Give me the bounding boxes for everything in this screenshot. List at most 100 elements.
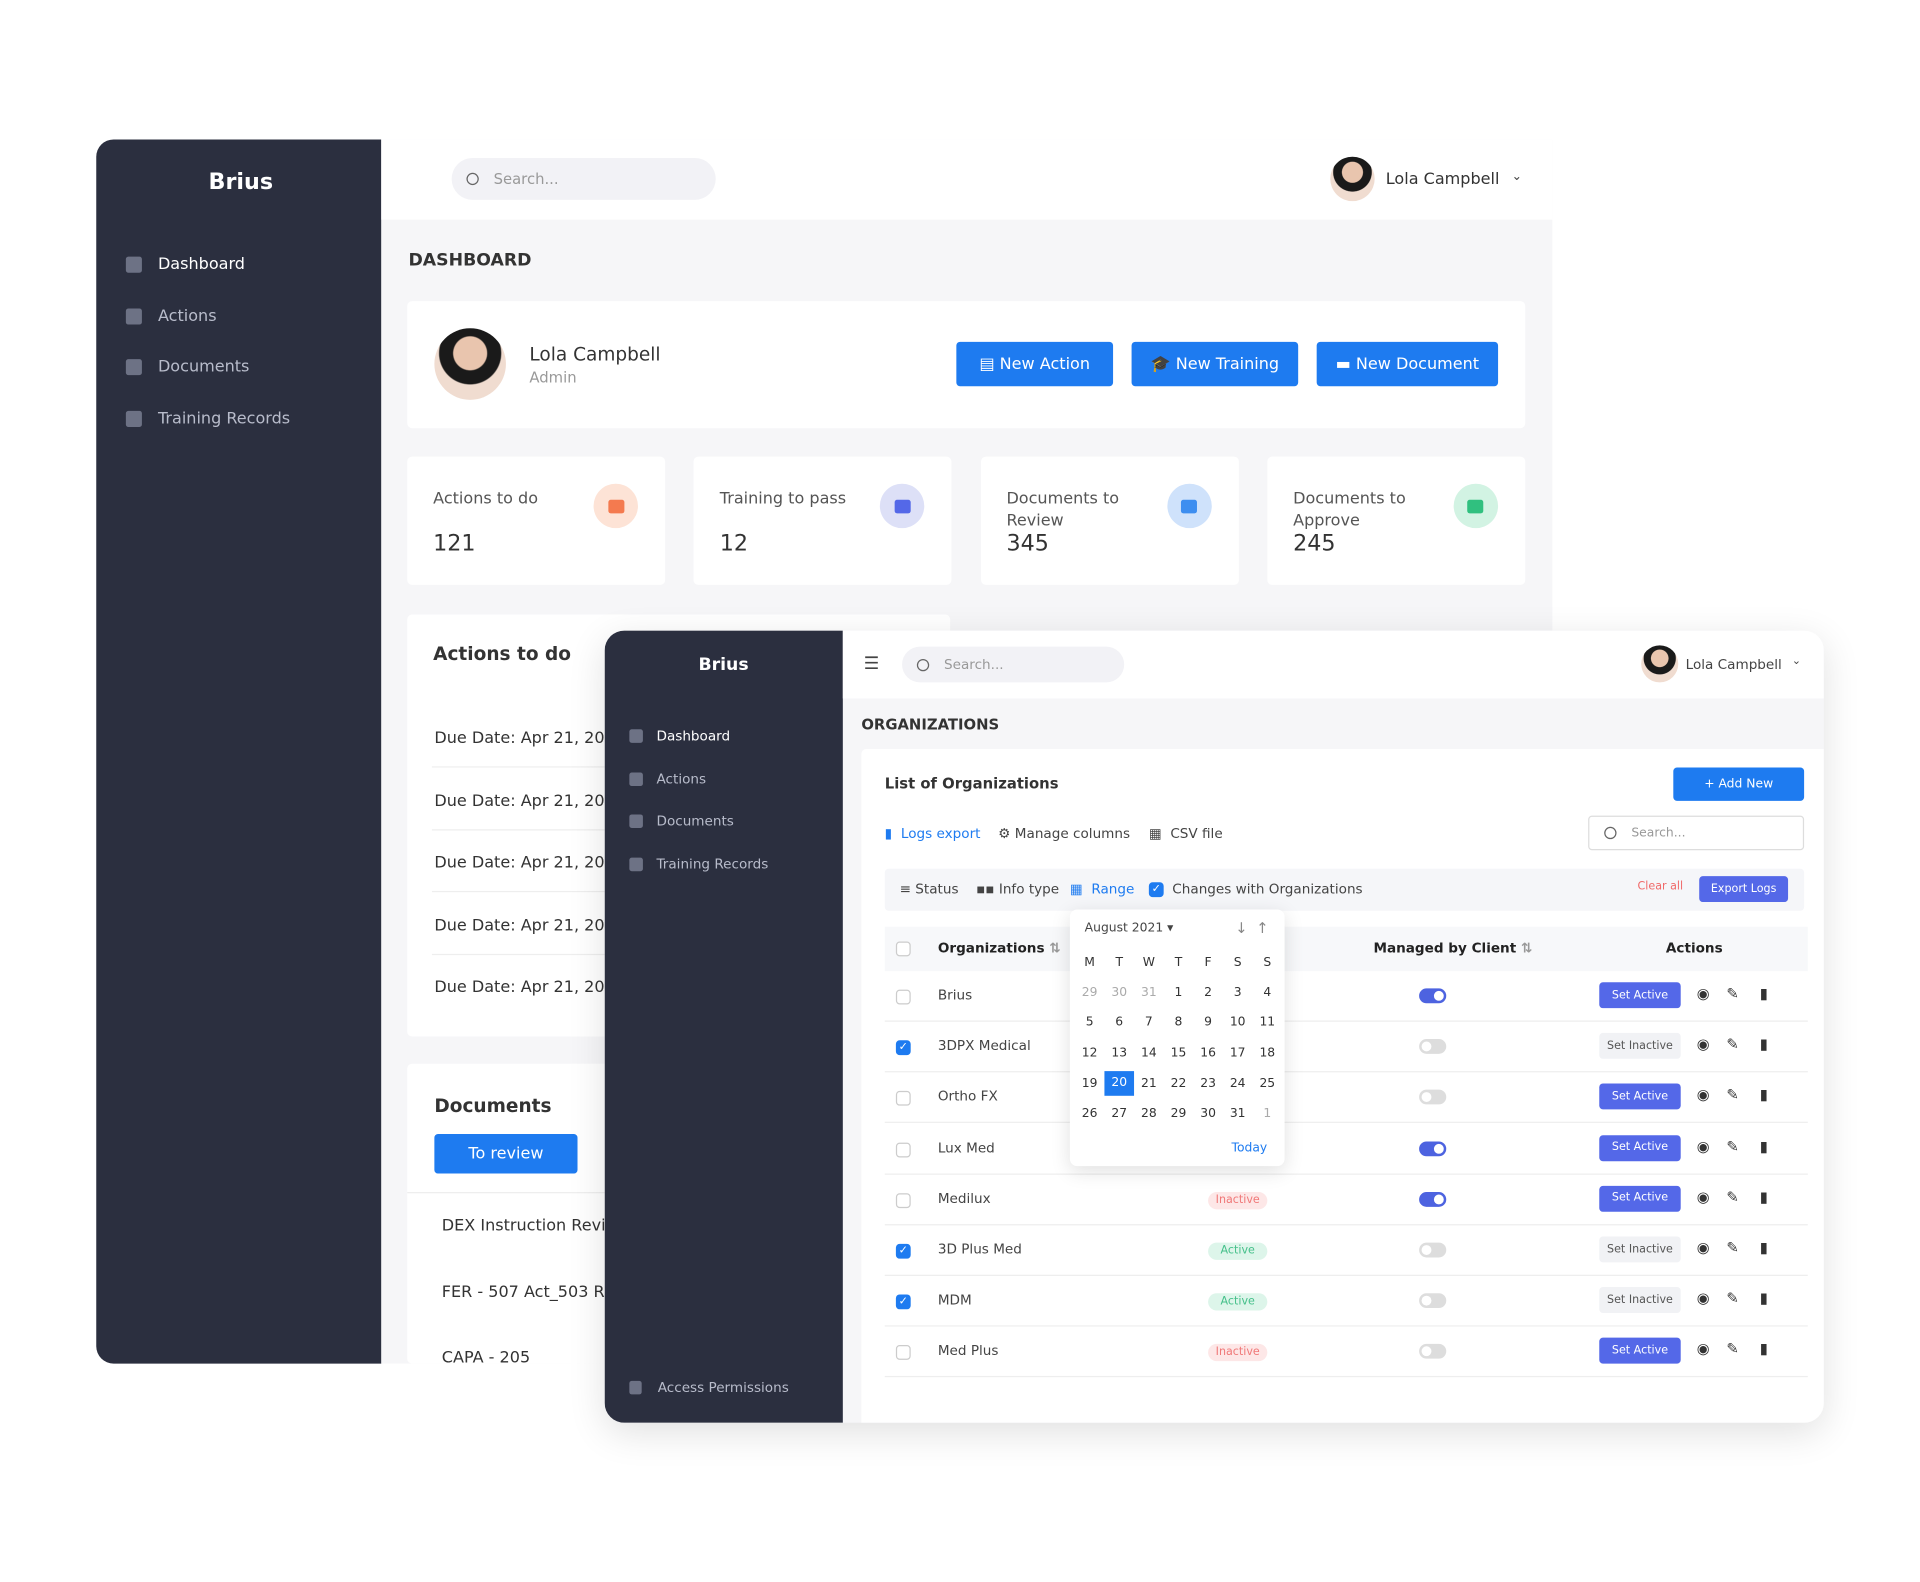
managed-toggle[interactable]: [1419, 1140, 1447, 1156]
stat-card[interactable]: Training to pass 12: [693, 456, 952, 585]
calendar-day[interactable]: 21: [1134, 1077, 1164, 1091]
calendar-day[interactable]: 2: [1193, 986, 1223, 1000]
calendar-day[interactable]: 3: [1223, 986, 1253, 1000]
new-training-button[interactable]: 🎓 New Training: [1131, 341, 1299, 387]
edit-icon[interactable]: ✎: [1726, 1036, 1738, 1053]
new-document-button[interactable]: ▬ New Document: [1316, 341, 1499, 387]
today-button[interactable]: Today: [1232, 1141, 1268, 1155]
set-status-button[interactable]: Set Inactive: [1599, 1033, 1681, 1060]
document-item[interactable]: FER - 507 Act_503 Rev: [442, 1283, 624, 1302]
column-managed-by-client[interactable]: Managed by Client ⇅: [1373, 940, 1532, 956]
set-status-button[interactable]: Set Inactive: [1599, 1236, 1681, 1263]
manage-columns-button[interactable]: ⚙ Manage columns: [998, 826, 1130, 842]
trash-icon[interactable]: ▮: [1760, 1086, 1768, 1103]
action-item[interactable]: Due Date: Apr 21, 2020: [434, 979, 625, 998]
table-search-input[interactable]: Search...: [1588, 815, 1805, 851]
avatar[interactable]: [1641, 645, 1679, 683]
managed-toggle[interactable]: [1419, 988, 1447, 1004]
edit-icon[interactable]: ✎: [1726, 1239, 1738, 1256]
changes-checkbox[interactable]: ✓: [1148, 882, 1164, 898]
chevron-down-icon[interactable]: ⌄: [1792, 655, 1801, 667]
document-item[interactable]: CAPA - 205: [442, 1349, 530, 1368]
trash-icon[interactable]: ▮: [1760, 1290, 1768, 1307]
calendar-day[interactable]: 5: [1075, 1016, 1105, 1030]
eye-icon[interactable]: ◉: [1697, 1036, 1710, 1053]
calendar-day[interactable]: 29: [1164, 1107, 1194, 1121]
managed-toggle[interactable]: [1419, 1242, 1447, 1258]
edit-icon[interactable]: ✎: [1726, 1341, 1738, 1358]
search-input[interactable]: Search...: [451, 157, 716, 200]
sidebar-item-dashboard[interactable]: Dashboard: [629, 728, 730, 744]
eye-icon[interactable]: ◉: [1697, 1137, 1710, 1154]
row-checkbox[interactable]: [895, 989, 911, 1005]
calendar-day[interactable]: 25: [1253, 1077, 1283, 1091]
eye-icon[interactable]: ◉: [1697, 1086, 1710, 1103]
set-status-button[interactable]: Set Active: [1599, 1338, 1681, 1365]
stat-card[interactable]: Actions to do 121: [407, 456, 666, 585]
row-checkbox[interactable]: [895, 1091, 911, 1107]
stat-card[interactable]: Documents to Review 345: [980, 456, 1239, 585]
calendar-day[interactable]: 31: [1223, 1107, 1253, 1121]
edit-icon[interactable]: ✎: [1726, 1086, 1738, 1103]
calendar-day[interactable]: 27: [1104, 1107, 1134, 1121]
managed-toggle[interactable]: [1419, 1191, 1447, 1207]
user-name[interactable]: Lola Campbell: [1686, 656, 1782, 672]
row-checkbox[interactable]: ✓: [895, 1040, 911, 1056]
action-item[interactable]: Due Date: Apr 21, 2020: [434, 729, 625, 748]
calendar-day[interactable]: 7: [1134, 1016, 1164, 1030]
range-filter[interactable]: ▦ Range: [1070, 881, 1134, 897]
sidebar-item-documents[interactable]: Documents: [629, 814, 734, 830]
calendar-day[interactable]: 26: [1075, 1107, 1105, 1121]
trash-icon[interactable]: ▮: [1760, 1188, 1768, 1205]
select-all-checkbox[interactable]: [895, 941, 911, 957]
calendar-day[interactable]: 12: [1075, 1046, 1105, 1060]
row-checkbox[interactable]: [895, 1142, 911, 1157]
row-checkbox[interactable]: ✓: [895, 1294, 911, 1310]
calendar-day[interactable]: 20: [1104, 1071, 1135, 1096]
eye-icon[interactable]: ◉: [1697, 1341, 1710, 1358]
sidebar-item-training-records[interactable]: Training Records: [125, 409, 290, 428]
user-name[interactable]: Lola Campbell: [1386, 170, 1500, 189]
document-item[interactable]: DEX Instruction Revisio: [442, 1217, 628, 1236]
calendar-day[interactable]: 1: [1253, 1107, 1283, 1121]
calendar-day[interactable]: 10: [1223, 1016, 1253, 1030]
sidebar-item-actions[interactable]: Actions: [629, 771, 706, 787]
calendar-day[interactable]: 23: [1193, 1077, 1223, 1091]
calendar-day[interactable]: 18: [1253, 1046, 1283, 1060]
sidebar-item-training-records[interactable]: Training Records: [629, 857, 768, 873]
managed-toggle[interactable]: [1419, 1293, 1447, 1309]
set-status-button[interactable]: Set Active: [1599, 982, 1681, 1009]
managed-toggle[interactable]: [1419, 1344, 1447, 1360]
search-input[interactable]: Search...: [902, 646, 1125, 683]
eye-icon[interactable]: ◉: [1697, 1188, 1710, 1205]
sidebar-item-actions[interactable]: Actions: [125, 307, 217, 325]
new-action-button[interactable]: ▤ New Action: [956, 341, 1114, 387]
calendar-day[interactable]: 24: [1223, 1077, 1253, 1091]
calendar-day[interactable]: 1: [1164, 986, 1194, 1000]
to-review-button[interactable]: To review: [434, 1134, 578, 1174]
csv-file-button[interactable]: ▦ CSV file: [1149, 826, 1223, 842]
calendar-day[interactable]: 14: [1134, 1046, 1164, 1060]
calendar-day[interactable]: 30: [1193, 1107, 1223, 1121]
calendar-day[interactable]: 19: [1075, 1077, 1105, 1091]
stat-card[interactable]: Documents to Approve 245: [1267, 456, 1526, 585]
add-new-button[interactable]: + Add New: [1673, 767, 1805, 801]
trash-icon[interactable]: ▮: [1760, 1036, 1768, 1053]
calendar-day[interactable]: 15: [1164, 1046, 1194, 1060]
calendar-day[interactable]: 4: [1253, 986, 1283, 1000]
row-checkbox[interactable]: [895, 1345, 911, 1361]
managed-toggle[interactable]: [1419, 1039, 1447, 1055]
calendar-day[interactable]: 28: [1134, 1107, 1164, 1121]
status-filter[interactable]: ≡ Status: [900, 881, 959, 897]
set-status-button[interactable]: Set Active: [1599, 1185, 1681, 1212]
column-organizations[interactable]: Organizations ⇅: [938, 940, 1061, 956]
eye-icon[interactable]: ◉: [1697, 1290, 1710, 1307]
row-checkbox[interactable]: ✓: [895, 1243, 911, 1259]
calendar-day[interactable]: 16: [1193, 1046, 1223, 1060]
set-status-button[interactable]: Set Active: [1599, 1134, 1681, 1161]
calendar-day[interactable]: 6: [1104, 1016, 1134, 1030]
logs-export-button[interactable]: ▮ Logs export: [885, 826, 981, 842]
calendar-day[interactable]: 31: [1134, 986, 1164, 1000]
action-item[interactable]: Due Date: Apr 21, 2020: [434, 792, 625, 811]
calendar-day[interactable]: 9: [1193, 1016, 1223, 1030]
